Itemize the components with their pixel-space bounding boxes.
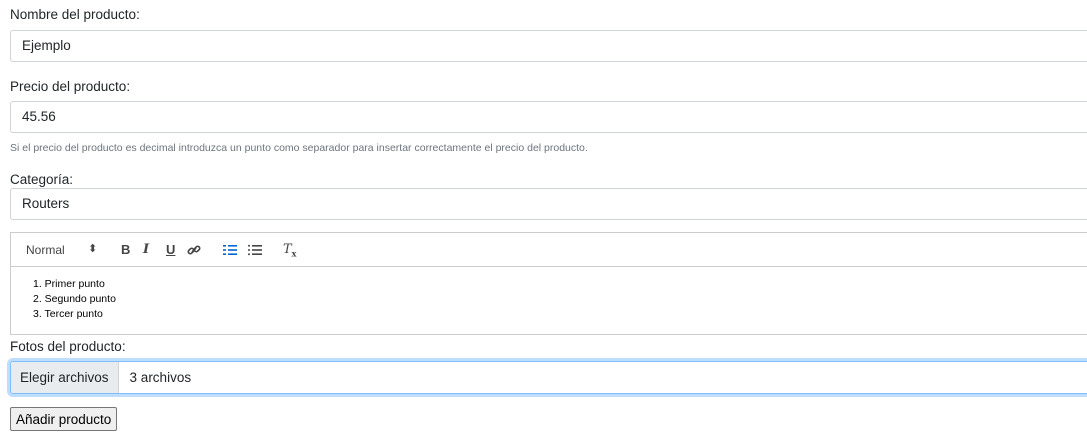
- choose-files-button[interactable]: Elegir archivos: [11, 362, 119, 393]
- add-product-button[interactable]: Añadir producto: [10, 407, 118, 431]
- list-item: 2. Segundo punto: [33, 293, 116, 305]
- price-label: Precio del producto:: [10, 79, 131, 94]
- bullet-list-icon[interactable]: [248, 244, 262, 256]
- ordered-list-icon[interactable]: [223, 244, 237, 256]
- price-input[interactable]: 45.56: [10, 101, 1087, 133]
- underline-button[interactable]: U: [166, 233, 175, 267]
- editor-content[interactable]: 1. Primer punto 2. Segundo punto 3. Terc…: [11, 267, 1087, 322]
- bold-button[interactable]: B: [121, 233, 130, 267]
- category-label: Categoría:: [10, 172, 74, 187]
- category-select[interactable]: Routers: [10, 188, 1087, 220]
- editor-toolbar: Normal ⬍ B I U Tx: [11, 233, 1087, 267]
- file-input[interactable]: Elegir archivos 3 archivos: [10, 361, 1087, 394]
- product-form: Nombre del producto: Ejemplo Precio del …: [0, 0, 1087, 432]
- name-input[interactable]: Ejemplo: [10, 30, 1087, 62]
- list-item: 3. Tercer punto: [33, 308, 103, 320]
- file-name-display: 3 archivos: [129, 370, 192, 385]
- clear-format-sub: x: [291, 248, 297, 259]
- rich-text-editor: Normal ⬍ B I U Tx 1. Primer punto 2. Seg…: [10, 232, 1087, 335]
- clear-format-icon[interactable]: Tx: [283, 233, 296, 267]
- list-item: 1. Primer punto: [33, 278, 105, 290]
- name-label: Nombre del producto:: [10, 7, 140, 22]
- italic-button[interactable]: I: [143, 233, 149, 267]
- photos-label: Fotos del producto:: [10, 339, 126, 354]
- price-help-text: Si el precio del producto es decimal int…: [10, 142, 588, 154]
- heading-select[interactable]: Normal: [26, 233, 65, 267]
- clear-format-letter: T: [283, 242, 292, 257]
- heading-select-arrows-icon[interactable]: ⬍: [88, 232, 97, 266]
- link-icon[interactable]: [187, 244, 201, 256]
